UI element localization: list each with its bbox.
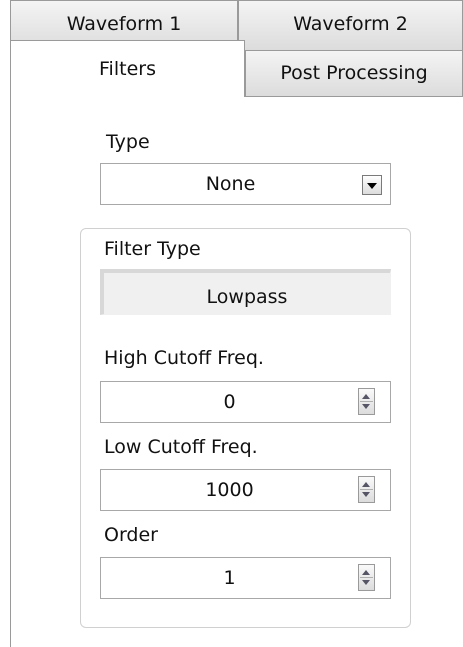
spinner-up-icon[interactable] [362, 394, 370, 399]
order-input[interactable]: 1 [100, 557, 391, 599]
spinner-up-icon[interactable] [362, 482, 370, 487]
filter-type-value: Lowpass [206, 286, 288, 308]
low-cutoff-label: Low Cutoff Freq. [104, 436, 258, 458]
order-spinner[interactable] [358, 564, 375, 591]
filter-type-label: Filter Type [104, 238, 201, 260]
spinner-divider [360, 577, 373, 578]
order-label: Order [104, 524, 158, 546]
type-dropdown[interactable]: None [100, 163, 391, 205]
tab-post-processing[interactable]: Post Processing [245, 50, 463, 96]
spinner-divider [360, 489, 373, 490]
high-cutoff-value: 0 [223, 391, 236, 413]
tab-waveform-2-label: Waveform 2 [293, 13, 408, 35]
tab-waveform-2[interactable]: Waveform 2 [238, 0, 463, 50]
type-dropdown-value: None [205, 173, 256, 195]
low-cutoff-value: 1000 [205, 479, 254, 501]
tab-post-processing-label: Post Processing [280, 62, 428, 84]
tab-filters[interactable]: Filters [10, 40, 245, 97]
low-cutoff-spinner[interactable] [358, 476, 375, 503]
spinner-down-icon[interactable] [362, 580, 370, 585]
filter-type-indicator: Lowpass [100, 269, 391, 315]
high-cutoff-label: High Cutoff Freq. [104, 347, 264, 369]
spinner-down-icon[interactable] [362, 404, 370, 409]
tab-waveform-1-label: Waveform 1 [66, 13, 182, 35]
low-cutoff-input[interactable]: 1000 [100, 469, 391, 511]
high-cutoff-input[interactable]: 0 [100, 381, 391, 423]
spinner-up-icon[interactable] [362, 570, 370, 575]
spinner-down-icon[interactable] [362, 492, 370, 497]
panel-border [10, 90, 11, 647]
tab-filters-label: Filters [99, 58, 156, 80]
high-cutoff-spinner[interactable] [358, 388, 375, 415]
order-value: 1 [223, 567, 236, 589]
panel-top-border [245, 96, 463, 97]
chevron-down-icon[interactable] [362, 175, 382, 195]
spinner-divider [360, 401, 373, 402]
type-label: Type [106, 131, 150, 153]
